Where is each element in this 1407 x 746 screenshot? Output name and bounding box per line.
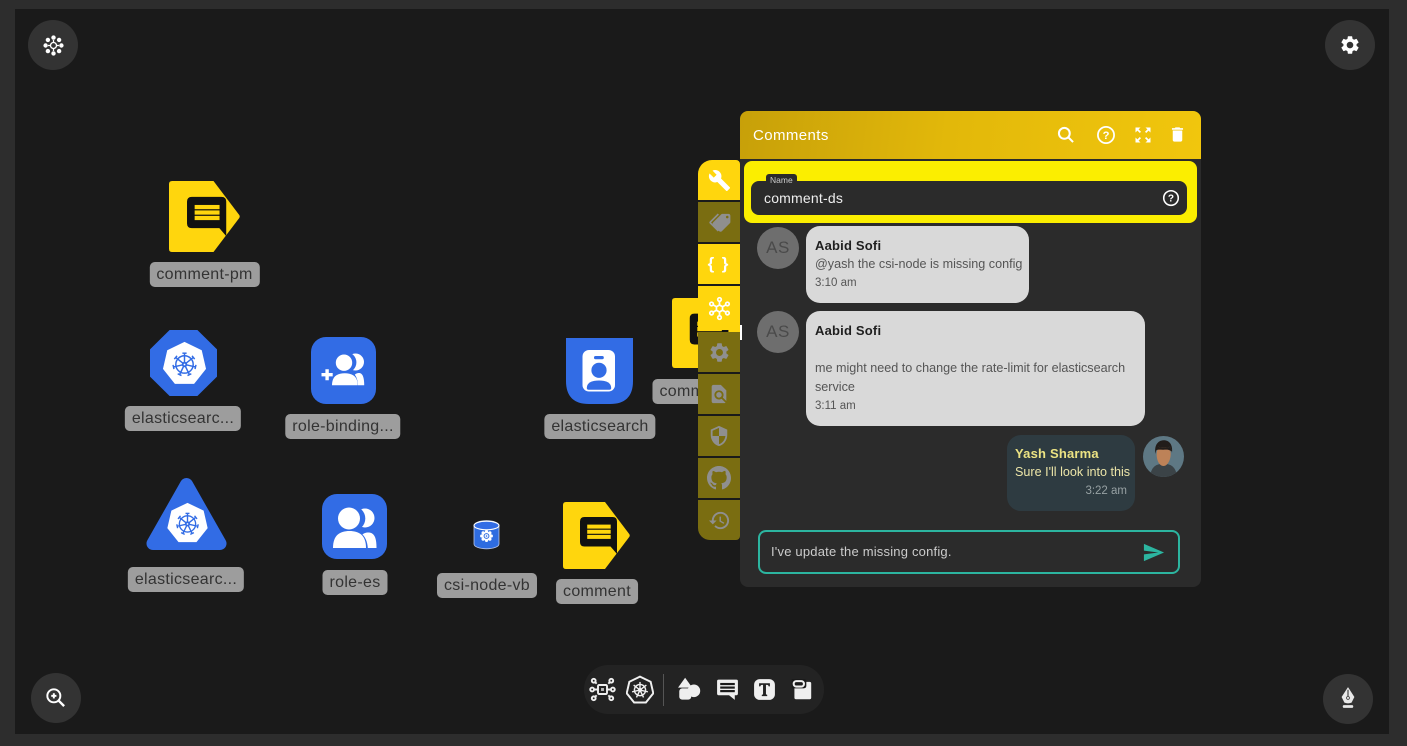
svg-text:?: ? (1103, 130, 1110, 142)
svg-text:?: ? (1168, 194, 1174, 205)
